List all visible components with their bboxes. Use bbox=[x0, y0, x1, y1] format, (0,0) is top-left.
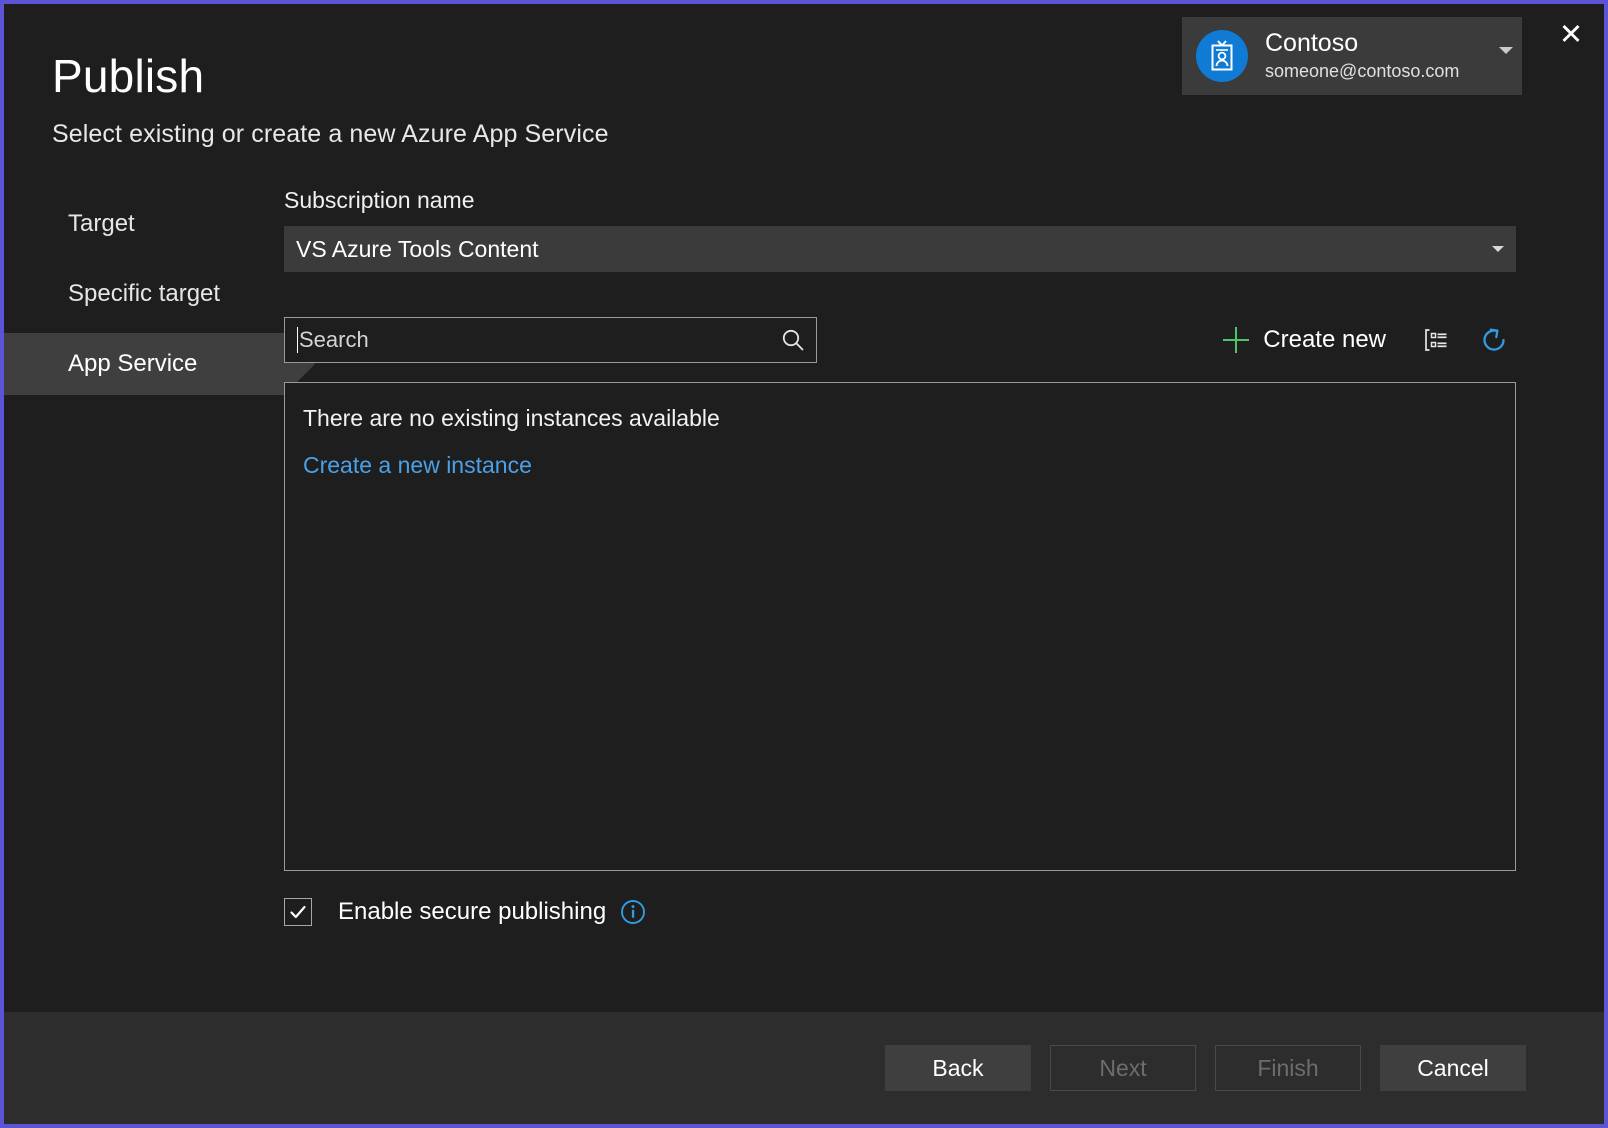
secure-publishing-row: Enable secure publishing bbox=[284, 898, 1516, 927]
cancel-button[interactable]: Cancel bbox=[1380, 1045, 1526, 1091]
search-input[interactable]: Search bbox=[284, 317, 817, 364]
info-icon[interactable] bbox=[620, 899, 646, 925]
nav-item-specific-target[interactable]: Specific target bbox=[4, 263, 284, 325]
publish-dialog: ✕ Publish Select existing or create a ne… bbox=[0, 0, 1608, 1128]
nav-item-label: App Service bbox=[68, 350, 198, 378]
nav-item-label: Specific target bbox=[68, 280, 221, 308]
nav-item-app-service[interactable]: App Service bbox=[4, 333, 315, 396]
next-button: Next bbox=[1050, 1045, 1196, 1091]
create-new-instance-link[interactable]: Create a new instance bbox=[303, 452, 532, 479]
enable-secure-publishing-checkbox[interactable] bbox=[284, 898, 312, 927]
dialog-header: Publish Select existing or create a new … bbox=[4, 4, 1604, 149]
toolbar-actions: Create new bbox=[1217, 318, 1516, 362]
subscription-value: VS Azure Tools Content bbox=[296, 235, 539, 262]
account-email: someone@contoso.com bbox=[1265, 61, 1460, 82]
plus-icon bbox=[1223, 327, 1250, 354]
group-by-icon[interactable] bbox=[1414, 318, 1458, 362]
subscription-label: Subscription name bbox=[284, 187, 475, 214]
nav-item-target[interactable]: Target bbox=[4, 193, 284, 255]
dialog-footer: Back Next Finish Cancel bbox=[4, 1012, 1604, 1124]
refresh-icon[interactable] bbox=[1472, 318, 1516, 362]
account-chip[interactable]: Contoso someone@contoso.com bbox=[1182, 17, 1522, 95]
create-new-button[interactable]: Create new bbox=[1217, 322, 1392, 358]
chevron-down-icon[interactable] bbox=[1499, 47, 1513, 54]
text-caret bbox=[297, 327, 298, 354]
search-placeholder: Search bbox=[299, 327, 369, 353]
enable-secure-publishing-label: Enable secure publishing bbox=[338, 898, 607, 926]
finish-button: Finish bbox=[1215, 1045, 1361, 1091]
empty-state-message: There are no existing instances availabl… bbox=[303, 405, 720, 432]
account-name: Contoso bbox=[1265, 29, 1359, 58]
badge-id-icon bbox=[1196, 30, 1248, 82]
wizard-nav: Target Specific target App Service bbox=[4, 193, 315, 1012]
dialog-body: Target Specific target App Service Subsc… bbox=[4, 149, 1604, 1012]
subscription-dropdown[interactable]: VS Azure Tools Content bbox=[284, 226, 1516, 273]
instances-list-panel[interactable]: There are no existing instances availabl… bbox=[284, 382, 1516, 872]
create-new-label: Create new bbox=[1263, 326, 1386, 354]
nav-item-label: Target bbox=[68, 210, 135, 238]
back-button[interactable]: Back bbox=[885, 1045, 1031, 1091]
instances-toolbar: Search Create new bbox=[284, 317, 1516, 364]
page-subtitle: Select existing or create a new Azure Ap… bbox=[52, 120, 609, 149]
app-service-panel: Subscription name VS Azure Tools Content… bbox=[284, 187, 1604, 1012]
chevron-down-icon bbox=[1492, 246, 1504, 253]
account-text: Contoso someone@contoso.com bbox=[1265, 29, 1459, 82]
close-icon[interactable]: ✕ bbox=[1548, 12, 1594, 58]
search-icon[interactable] bbox=[780, 327, 806, 353]
